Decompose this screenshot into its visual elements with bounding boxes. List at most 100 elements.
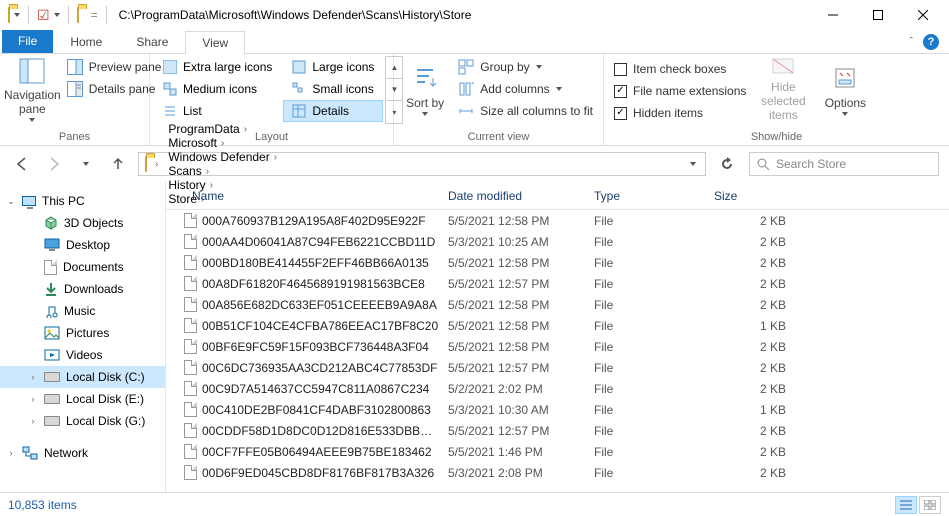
navigation-pane[interactable]: ⌄This PC 3D ObjectsDesktopDocumentsDownl… [0,182,165,492]
chevron-right-icon[interactable]: › [151,159,162,170]
qat-dropdown-icon[interactable] [54,13,60,17]
layout-extra-large-icons[interactable]: Extra large icons [154,56,281,78]
expand-icon[interactable]: › [28,372,38,382]
file-name-extensions-toggle[interactable]: File name extensions [608,80,752,102]
navigation-pane-button[interactable]: Navigation pane [4,56,61,122]
table-row[interactable]: 00C6DC736935AA3CD212ABC4C77853DF5/5/2021… [166,357,949,378]
up-button[interactable] [106,152,130,176]
item-check-boxes-toggle[interactable]: Item check boxes [608,58,752,80]
layout-medium-icons[interactable]: Medium icons [154,78,281,100]
layout-list[interactable]: List [154,100,281,122]
size-columns-button[interactable]: Size all columns to fit [452,100,599,122]
minimize-button[interactable] [810,0,855,30]
table-row[interactable]: 00A8DF61820F4645689191981563BCE85/5/2021… [166,273,949,294]
nav-item[interactable]: Music [0,300,165,322]
nav-item[interactable]: ›Local Disk (C:) [0,366,165,388]
column-header-size[interactable]: Size [706,189,826,203]
expand-icon[interactable]: › [28,416,38,426]
table-row[interactable]: 00B51CF104CE4CFBA786EEAC17BF8C205/5/2021… [166,315,949,336]
breadcrumb-bar[interactable]: › ProgramData›Microsoft›Windows Defender… [138,152,706,176]
layout-details[interactable]: Details [283,100,383,122]
forward-button[interactable] [42,152,66,176]
file-date: 5/5/2021 12:58 PM [440,340,586,354]
hidden-items-toggle[interactable]: Hidden items [608,102,752,124]
group-by-button[interactable]: Group by [452,56,599,78]
ribbon-tabs: File Home Share View ˆ ? [0,30,949,54]
nav-item[interactable]: ›Local Disk (E:) [0,388,165,410]
sort-by-button[interactable]: Sort by [398,56,452,122]
chevron-right-icon[interactable]: › [274,152,277,163]
nav-item[interactable]: Downloads [0,278,165,300]
file-icon [184,339,197,354]
chevron-right-icon[interactable]: › [244,124,247,135]
layout-large-icons[interactable]: Large icons [283,56,383,78]
nav-item[interactable]: Pictures [0,322,165,344]
folder-icon [8,8,10,22]
maximize-button[interactable] [855,0,900,30]
help-icon[interactable]: ? [923,34,939,50]
nav-item[interactable]: 3D Objects [0,212,165,234]
sort-icon [413,66,437,90]
breadcrumb-segment[interactable]: ProgramData› [162,122,283,136]
refresh-button[interactable] [713,152,741,176]
list-icon [163,104,177,118]
back-button[interactable] [10,152,34,176]
file-type: File [586,319,706,333]
close-button[interactable] [900,0,945,30]
table-row[interactable]: 00CF7FFE05B06494AEEE9B75BE1834625/5/2021… [166,441,949,462]
table-row[interactable]: 000BD180BE414455F2EFF46BB66A01355/5/2021… [166,252,949,273]
layout-small-icons[interactable]: Small icons [283,78,383,100]
tab-view[interactable]: View [185,31,245,54]
pictures-icon [44,326,60,340]
table-row[interactable]: 00C9D7A514637CC5947C811A0867C2345/2/2021… [166,378,949,399]
expand-icon[interactable]: ⌄ [6,196,16,207]
column-headers: Name Date modified Type Size [166,182,949,210]
tab-home[interactable]: Home [53,30,119,53]
thumbnails-view-toggle[interactable] [919,496,941,514]
search-box[interactable] [749,152,939,176]
breadcrumb-segment[interactable]: Scans› [162,164,283,178]
table-row[interactable]: 00C410DE2BF0841CF4DABF31028008635/3/2021… [166,399,949,420]
nav-item[interactable]: ›Local Disk (G:) [0,410,165,432]
tab-file[interactable]: File [2,30,53,53]
details-view-toggle[interactable] [895,496,917,514]
properties-icon[interactable]: ☑ [37,7,50,24]
table-row[interactable]: 00BF6E9FC59F15F093BCF736448A3F045/5/2021… [166,336,949,357]
nav-this-pc[interactable]: ⌄This PC [0,190,165,212]
search-input[interactable] [776,157,932,171]
drive-icon [44,394,60,404]
table-row[interactable]: 000A760937B129A195A8F402D95E922F5/5/2021… [166,210,949,231]
breadcrumb-segment[interactable]: Microsoft› [162,136,283,150]
file-list[interactable]: 000A760937B129A195A8F402D95E922F5/5/2021… [166,210,949,492]
file-type: File [586,214,706,228]
table-row[interactable]: 00CDDF58D1D8DC0D12D816E533DBBBD85/5/2021… [166,420,949,441]
table-row[interactable]: 00A856E682DC633EF051CEEEEB9A9A8A5/5/2021… [166,294,949,315]
breadcrumb-segment[interactable]: Windows Defender› [162,150,283,164]
column-header-date[interactable]: Date modified [440,189,586,203]
qat-dropdown-icon[interactable] [14,13,20,17]
add-columns-button[interactable]: +Add columns [452,78,599,100]
nav-network[interactable]: ›Network [0,442,165,464]
file-date: 5/3/2021 10:30 AM [440,403,586,417]
nav-item[interactable]: Desktop [0,234,165,256]
expand-icon[interactable]: › [6,448,16,458]
details-pane-label: Details pane [89,82,156,96]
tab-share[interactable]: Share [119,30,185,53]
chevron-right-icon[interactable]: › [221,138,224,149]
file-icon [184,402,197,417]
address-dropdown-button[interactable] [683,162,703,166]
collapse-ribbon-icon[interactable]: ˆ [909,36,913,48]
nav-item[interactable]: Videos [0,344,165,366]
column-header-type[interactable]: Type [586,189,706,203]
expand-icon[interactable]: › [28,394,38,404]
hide-selected-items-button[interactable]: Hide selected items [752,56,814,122]
options-button[interactable]: Options [814,56,876,122]
column-header-name[interactable]: Name [184,189,440,203]
chevron-right-icon[interactable]: › [206,166,209,177]
group-by-icon [458,59,474,75]
recent-locations-button[interactable] [74,152,98,176]
nav-item[interactable]: Documents [0,256,165,278]
table-row[interactable]: 000AA4D06041A87C94FEB6221CCBD11D5/3/2021… [166,231,949,252]
table-row[interactable]: 00D6F9ED045CBD8DF8176BF817B3A3265/3/2021… [166,462,949,483]
file-size: 2 KB [706,256,826,270]
